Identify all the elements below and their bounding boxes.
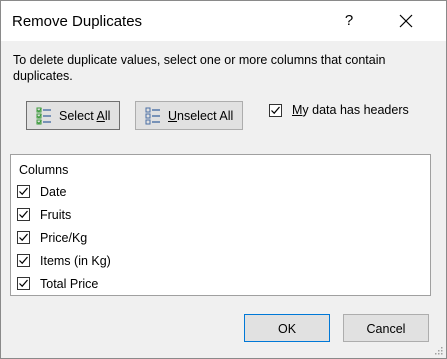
unselect-all-icon — [145, 107, 160, 125]
column-checkbox[interactable] — [17, 231, 30, 244]
column-item-date[interactable]: Date — [15, 182, 415, 202]
column-item-items-in-kg[interactable]: Items (in Kg) — [15, 251, 415, 271]
column-label: Items (in Kg) — [40, 254, 111, 268]
close-button[interactable] — [390, 5, 422, 37]
column-checkbox[interactable] — [17, 185, 30, 198]
checkmark-icon — [271, 106, 280, 115]
cancel-button[interactable]: Cancel — [343, 314, 429, 342]
columns-header: Columns — [19, 163, 69, 177]
title-bar: Remove Duplicates ? — [1, 1, 446, 41]
unselect-all-button[interactable]: Unselect All — [135, 101, 243, 130]
unselect-all-label: Unselect All — [168, 109, 234, 123]
resize-grip-icon[interactable] — [433, 345, 443, 355]
column-checkbox[interactable] — [17, 277, 30, 290]
select-all-icon — [36, 107, 51, 125]
column-label: Fruits — [40, 208, 72, 222]
ok-label: OK — [277, 322, 297, 336]
checkmark-icon — [19, 279, 28, 288]
close-icon — [399, 14, 413, 28]
remove-duplicates-dialog: Remove Duplicates ? To delete duplicate … — [0, 0, 447, 359]
checkmark-icon — [19, 187, 28, 196]
column-checkbox[interactable] — [17, 208, 30, 221]
checkmark-icon — [19, 210, 28, 219]
column-label: Date — [40, 185, 67, 199]
checkmark-icon — [19, 256, 28, 265]
my-data-has-headers-checkbox[interactable] — [269, 104, 282, 117]
dialog-title: Remove Duplicates — [12, 13, 143, 30]
column-label: Total Price — [40, 277, 99, 291]
my-data-has-headers-label[interactable]: My data has headers — [292, 103, 409, 117]
column-label: Price/Kg — [40, 231, 88, 245]
column-item-total-price[interactable]: Total Price — [15, 274, 415, 294]
select-all-label: Select All — [59, 109, 111, 123]
checkmark-icon — [19, 233, 28, 242]
columns-list: Columns Date Fruits Price/Kg Items (in K… — [10, 154, 431, 296]
column-checkbox[interactable] — [17, 254, 30, 267]
column-item-price-kg[interactable]: Price/Kg — [15, 228, 415, 248]
ok-button[interactable]: OK — [244, 314, 330, 342]
column-item-fruits[interactable]: Fruits — [15, 205, 415, 225]
help-button[interactable]: ? — [333, 5, 365, 37]
description-text: To delete duplicate values, select one o… — [13, 53, 386, 83]
cancel-label: Cancel — [366, 322, 406, 336]
select-all-button[interactable]: Select All — [26, 101, 120, 130]
